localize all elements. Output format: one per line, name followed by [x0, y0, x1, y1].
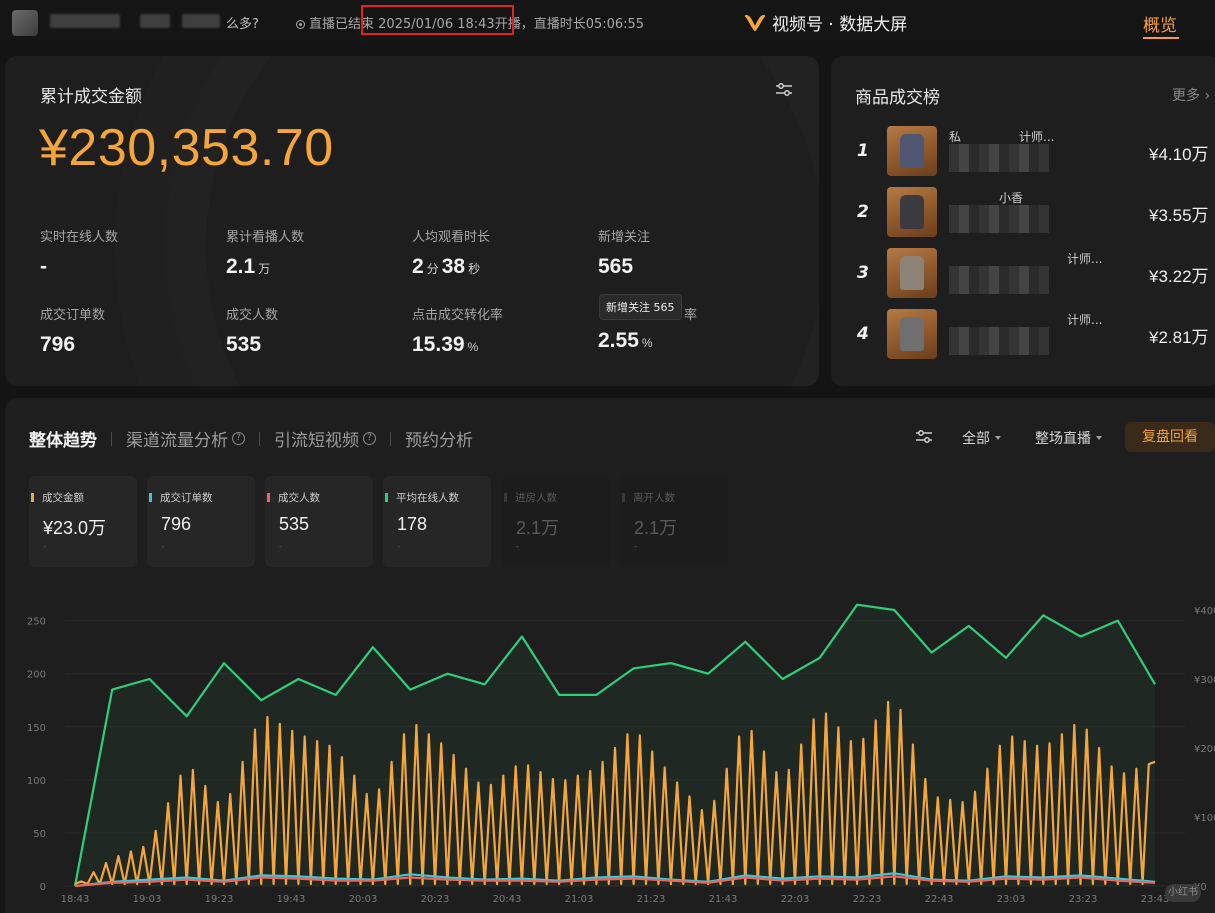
- x-tick-label: 22:43: [925, 894, 954, 905]
- x-tick-label: 20:23: [421, 894, 450, 905]
- trend-chart: 050100150200250¥0¥100¥200¥300¥40018:4319…: [27, 603, 1215, 905]
- x-tick-label: 18:43: [61, 894, 90, 905]
- x-tick-label: 19:03: [133, 894, 162, 905]
- hover-tooltip: 新增关注 565: [599, 294, 682, 320]
- x-tick-label: 23:23: [1069, 894, 1098, 905]
- y-left-tick-label: 150: [27, 723, 46, 734]
- y-right-tick-label: ¥100: [1194, 813, 1215, 824]
- x-tick-label: 22:23: [853, 894, 882, 905]
- y-left-tick-label: 200: [27, 670, 46, 681]
- y-left-tick-label: 250: [27, 617, 46, 628]
- watermark-badge: 小红书: [1165, 884, 1201, 902]
- x-tick-label: 19:23: [205, 894, 234, 905]
- y-left-tick-label: 0: [40, 882, 46, 893]
- x-tick-label: 19:43: [277, 894, 306, 905]
- x-tick-label: 21:23: [637, 894, 666, 905]
- y-left-tick-label: 100: [27, 776, 46, 787]
- y-right-tick-label: ¥400: [1194, 606, 1215, 617]
- x-tick-label: 20:03: [349, 894, 378, 905]
- x-tick-label: 21:03: [565, 894, 594, 905]
- y-left-tick-label: 50: [33, 829, 46, 840]
- x-tick-label: 21:43: [709, 894, 738, 905]
- x-tick-label: 23:03: [997, 894, 1026, 905]
- y-right-tick-label: ¥200: [1194, 744, 1215, 755]
- x-tick-label: 20:43: [493, 894, 522, 905]
- y-right-tick-label: ¥300: [1194, 675, 1215, 686]
- x-tick-label: 22:03: [781, 894, 810, 905]
